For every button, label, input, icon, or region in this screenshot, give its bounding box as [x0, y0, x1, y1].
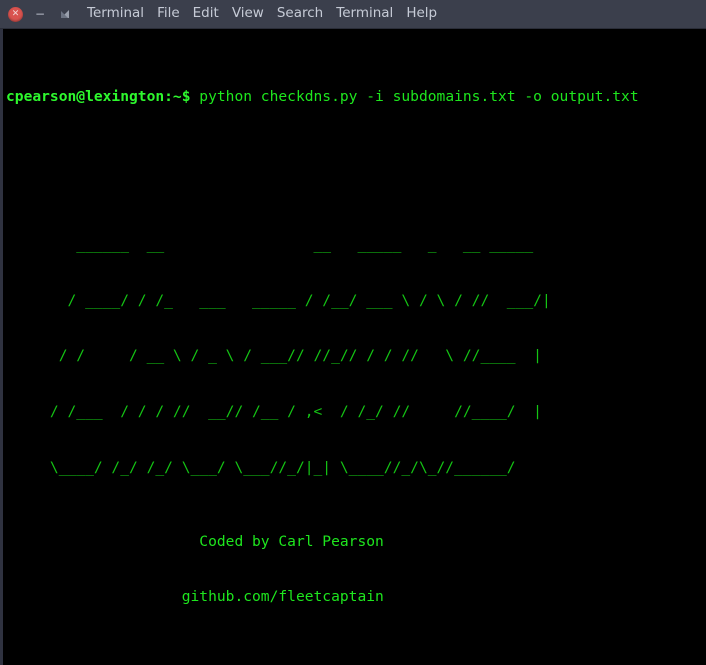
window-titlebar: ✕ − Terminal File Edit View Search Termi… [0, 0, 706, 29]
typed-command: python checkdns.py -i subdomains.txt -o … [190, 87, 639, 105]
window-controls: ✕ − [0, 6, 73, 22]
menu-item-view[interactable]: View [232, 7, 264, 21]
credits-github: github.com/fleetcaptain [6, 588, 384, 606]
ascii-banner-row-2: / / / __ \ / _ \ / ___// //_// / / // \ … [6, 347, 542, 365]
shell-prompt: cpearson@lexington:~$ [6, 87, 191, 105]
menu-item-help[interactable]: Help [406, 7, 437, 21]
command-line: cpearson@lexington:~$ python checkdns.py… [6, 88, 691, 107]
credits-author: Coded by Carl Pearson [6, 532, 384, 550]
menu-item-search[interactable]: Search [277, 7, 323, 21]
menu-item-edit[interactable]: Edit [193, 7, 219, 21]
ascii-banner-row-3: / /___ / / / // __// /__ / ,< / /_/ // /… [6, 402, 542, 420]
menu-item-terminal[interactable]: Terminal [87, 7, 144, 21]
close-icon[interactable]: ✕ [8, 6, 23, 22]
ascii-banner-row-1: / ____/ / /_ ___ _____ / /__/ ___ \ / \ … [6, 291, 551, 309]
menu-item-file[interactable]: File [157, 7, 180, 21]
menu-bar: Terminal File Edit View Search Terminal … [87, 7, 437, 21]
ascii-banner-row-4: \____/ /_/ /_/ \___/ \___//_/|_| \____//… [6, 458, 516, 476]
menu-item-terminal2[interactable]: Terminal [336, 7, 393, 21]
terminal-screen: cpearson@lexington:~$ python checkdns.py… [3, 29, 691, 665]
terminal-body[interactable]: cpearson@lexington:~$ python checkdns.py… [0, 29, 706, 665]
minimize-icon[interactable]: − [32, 6, 48, 22]
maximize-icon[interactable] [57, 6, 73, 22]
terminal-window: ✕ − Terminal File Edit View Search Termi… [0, 0, 706, 665]
ascii-banner-row-0: ______ __ __ _____ _ __ _____ [6, 236, 542, 254]
